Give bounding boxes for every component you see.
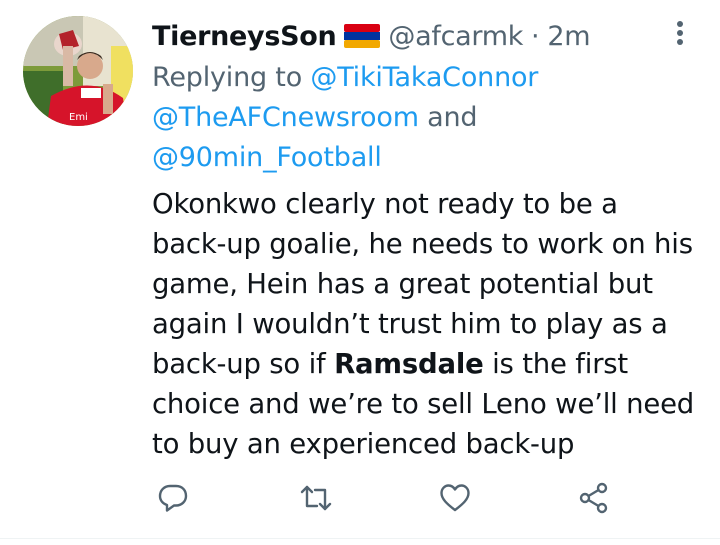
author-display-name[interactable]: TierneysSon <box>152 21 337 52</box>
retweet-button[interactable] <box>296 478 336 522</box>
tweet-timestamp[interactable]: 2m <box>547 21 590 52</box>
tweet-text-line: game, Hein has a great potential but <box>152 268 653 300</box>
separator-dot: · <box>531 20 540 52</box>
tweet-text-segment: is the first <box>483 348 629 380</box>
author-handle[interactable]: @afcarmk <box>388 21 523 52</box>
retweet-icon <box>299 482 333 518</box>
like-button[interactable] <box>435 478 475 522</box>
tweet-text-segment: back-up so if <box>152 348 335 380</box>
mention-link[interactable]: @TikiTakaConnor <box>310 62 538 93</box>
more-options-icon[interactable] <box>670 20 690 48</box>
reply-icon <box>157 482 189 518</box>
avatar[interactable]: Emi <box>23 16 133 126</box>
share-button[interactable] <box>574 478 614 522</box>
tweet-actions <box>0 478 720 522</box>
mention-link[interactable]: @TheAFCnewsroom <box>152 102 419 133</box>
replying-conjunction: and <box>418 102 478 133</box>
tweet-text-line: back-up goalie, he needs to work on his <box>152 228 693 260</box>
armenia-flag-icon <box>344 21 381 52</box>
tweet-text-line: choice and we’re to sell Leno we’ll need <box>152 388 695 420</box>
tweet-text-line: back-up so if Ramsdale is the first <box>152 344 712 384</box>
tweet-text: Okonkwo clearly not ready to be a back-u… <box>152 184 712 464</box>
tweet-header: TierneysSon @afcarmk · 2m <box>152 14 591 58</box>
reply-button[interactable] <box>153 478 193 522</box>
divider <box>0 538 720 539</box>
replying-prefix: Replying to <box>152 62 311 93</box>
share-icon <box>577 481 611 519</box>
svg-text:Emi: Emi <box>69 112 88 123</box>
tweet-text-line: to buy an experienced back-up <box>152 428 575 460</box>
heart-icon <box>439 483 471 517</box>
replying-to: Replying to @TikiTakaConnor @TheAFCnewsr… <box>152 58 672 178</box>
mention-link[interactable]: @90min_Football <box>152 142 382 173</box>
tweet-text-line: Okonkwo clearly not ready to be a <box>152 188 618 220</box>
tweet-text-bold: Ramsdale <box>334 348 484 380</box>
tweet-text-line: again I wouldn’t trust him to play as a <box>152 308 668 340</box>
